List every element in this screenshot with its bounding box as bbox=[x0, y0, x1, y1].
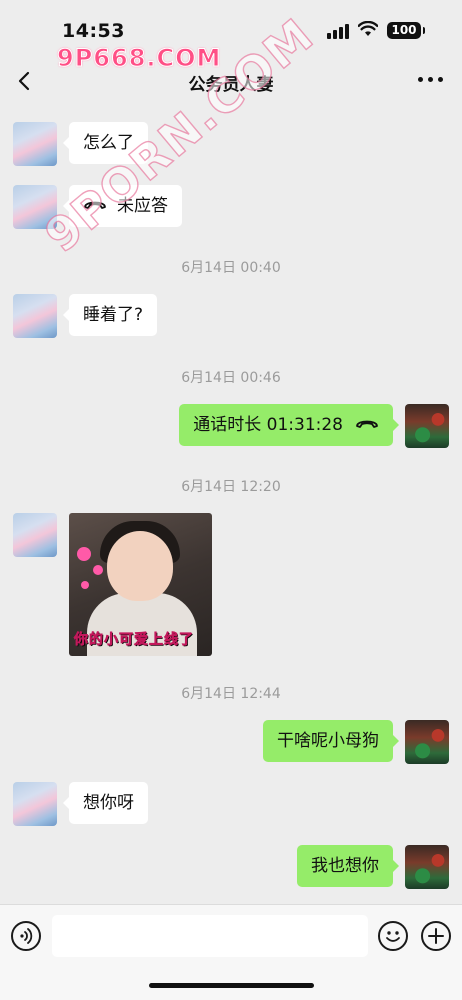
message-bubble[interactable]: 怎么了 bbox=[63, 122, 148, 164]
timestamp: 6月14日 12:20 bbox=[181, 479, 281, 495]
call-bubble[interactable]: 未应答 bbox=[63, 185, 182, 227]
avatar[interactable] bbox=[405, 720, 449, 764]
nav-bar: 公务员人妻 bbox=[0, 56, 462, 106]
signal-icon bbox=[327, 24, 349, 39]
avatar[interactable] bbox=[13, 782, 57, 826]
call-duration: 通话时长 01:31:28 bbox=[193, 415, 343, 435]
phone-hangup-icon bbox=[84, 201, 106, 209]
avatar[interactable] bbox=[13, 122, 57, 166]
status-bar: 14:53 100 bbox=[0, 0, 462, 46]
wifi-icon bbox=[358, 21, 378, 36]
plus-icon[interactable] bbox=[421, 921, 451, 951]
timestamp: 6月14日 12:44 bbox=[181, 686, 281, 702]
timestamp: 6月14日 00:46 bbox=[181, 370, 281, 386]
call-status: 未应答 bbox=[117, 196, 168, 216]
message-bubble[interactable]: 我也想你 bbox=[297, 845, 399, 887]
call-bubble[interactable]: 通话时长 01:31:28 bbox=[179, 404, 399, 446]
sticker-caption: 你的小可爱上线了 bbox=[74, 632, 194, 649]
avatar[interactable] bbox=[405, 404, 449, 448]
avatar[interactable] bbox=[13, 294, 57, 338]
chat-screen: 14:53 100 9P668.COM 公务员人妻 怎么了 未应答 6月14日 … bbox=[0, 0, 462, 1000]
sticker-image[interactable]: 你的小可爱上线了 bbox=[69, 513, 212, 656]
emoji-icon[interactable] bbox=[378, 921, 408, 951]
avatar[interactable] bbox=[13, 513, 57, 557]
avatar[interactable] bbox=[13, 185, 57, 229]
chat-title: 公务员人妻 bbox=[188, 75, 274, 95]
message-bubble[interactable]: 想你呀 bbox=[63, 782, 148, 824]
message-bubble[interactable]: 睡着了? bbox=[62, 294, 158, 336]
home-indicator bbox=[149, 983, 314, 988]
status-time: 14:53 bbox=[62, 20, 125, 42]
avatar[interactable] bbox=[405, 845, 449, 889]
message-input[interactable] bbox=[52, 915, 368, 957]
more-dots-icon[interactable] bbox=[418, 72, 444, 86]
battery-icon: 100 bbox=[387, 22, 425, 39]
phone-hangup-icon bbox=[356, 420, 378, 428]
timestamp: 6月14日 00:40 bbox=[181, 260, 281, 276]
message-bubble[interactable]: 干啥呢小母狗 bbox=[263, 720, 399, 762]
voice-input-icon[interactable] bbox=[11, 921, 41, 951]
